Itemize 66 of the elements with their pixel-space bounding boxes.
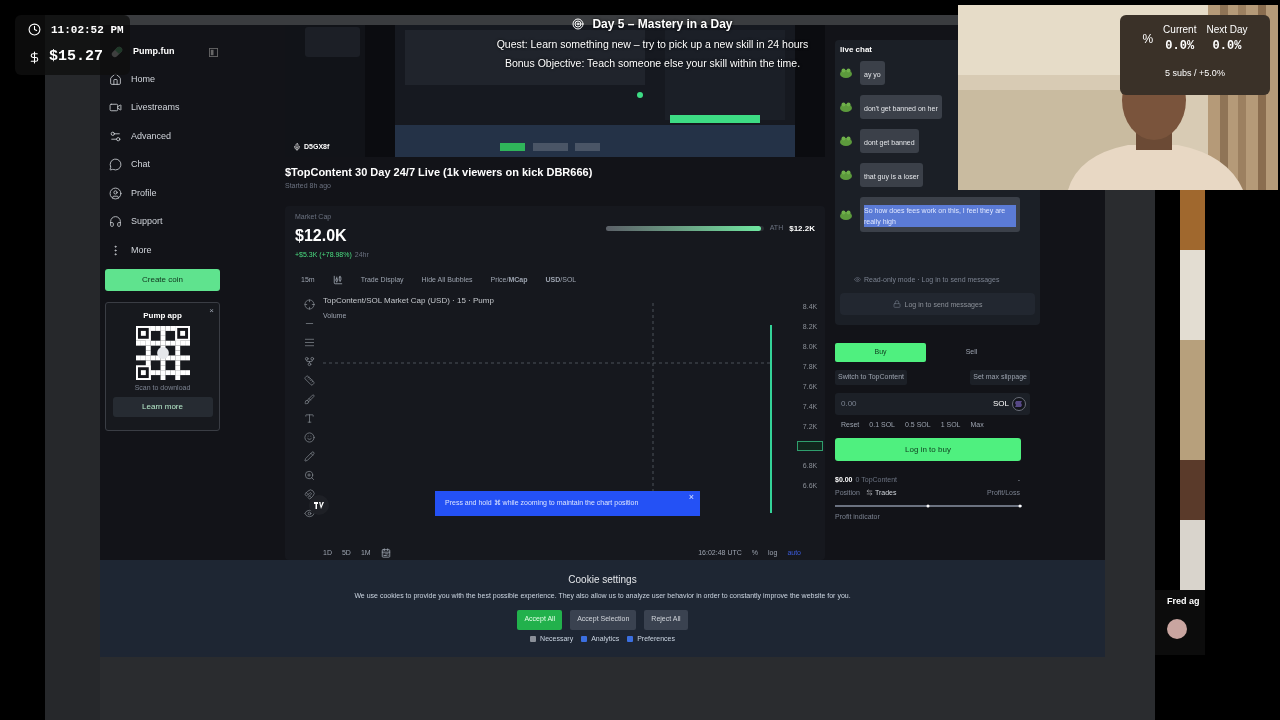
frog-avatar-icon [840, 136, 852, 146]
learn-more-button[interactable]: Learn more [112, 397, 213, 417]
login-to-buy-button[interactable]: Log in to buy [835, 438, 1021, 461]
amount-field-background[interactable]: 0.00 SOL [835, 392, 1030, 415]
solana-coin-icon [1012, 396, 1026, 411]
video-author-name: Fred ag [1167, 595, 1201, 608]
toast-close-button[interactable]: × [688, 491, 694, 505]
balance-value: $15.27 [49, 47, 103, 67]
qr-code-icon [135, 325, 190, 380]
calendar-icon[interactable] [380, 547, 391, 558]
market-cap-value: $12.0K [295, 226, 348, 246]
dollar-icon [28, 50, 41, 64]
sidebar-item[interactable]: Home [105, 65, 285, 94]
stream-title: $TopContent 30 Day 24/7 Live (1k viewers on kick DBR666) [285, 167, 594, 178]
frog-avatar-icon [840, 209, 852, 220]
clock-time: 11:02:52 PM [51, 22, 124, 38]
tradingview-logo-icon [314, 501, 324, 509]
lock-icon [892, 300, 901, 308]
sidebar-item[interactable]: Profile [105, 179, 285, 208]
brush-icon[interactable] [303, 394, 315, 405]
close-button[interactable]: × [209, 306, 214, 315]
text-tool-icon[interactable] [303, 413, 315, 424]
eye-icon[interactable] [303, 508, 315, 519]
checkbox[interactable] [581, 635, 588, 642]
avatar-icon [1167, 618, 1187, 639]
eye-icon [854, 276, 861, 283]
pattern-tool-icon[interactable] [303, 356, 315, 367]
target-icon [572, 18, 585, 30]
currency-label: SOL [993, 397, 1009, 410]
frog-avatar-icon [840, 68, 852, 78]
ath-value: $12.2K [789, 222, 815, 235]
frog-avatar-icon [840, 170, 852, 180]
sidebar-item[interactable]: Advanced [105, 122, 285, 151]
sidebar-item[interactable]: Livestreams [105, 93, 285, 122]
price-tag [797, 441, 823, 451]
clock-icon [28, 23, 41, 37]
cookie-title: Cookie settings [568, 573, 637, 587]
collapse-icon[interactable] [208, 47, 218, 57]
brand-name: Pump.fun [133, 45, 175, 59]
sidebar-item[interactable]: Chat [105, 150, 285, 179]
card-title: Pump app [143, 309, 182, 322]
candlestick-icon[interactable] [332, 274, 343, 285]
sidebar-item[interactable]: More [105, 236, 285, 265]
create-coin-button[interactable]: Create coin [105, 268, 220, 291]
quest-text: Quest: Learn something new – try to pick up a new skill in 24 hours [496, 37, 809, 52]
chat-icon [109, 158, 122, 172]
chart-header: TopContent/SOL Market Cap (USD) · 15 · Pump [323, 295, 494, 307]
chat-title: live chat [840, 44, 873, 55]
pencil-icon[interactable] [303, 451, 315, 462]
zoom-icon[interactable] [303, 470, 315, 481]
sliders-icon [109, 129, 122, 143]
home-icon [109, 72, 122, 86]
swap-icon [865, 489, 873, 497]
checkbox[interactable] [530, 635, 537, 642]
user-icon [109, 186, 122, 200]
bonus-text: Bonus Objective: Teach someone else your skill within the time. [504, 55, 801, 71]
frog-avatar-icon [840, 102, 852, 112]
range-tool-icon[interactable] [303, 375, 315, 386]
quest-title: Day 5 – Mastery in a Day [592, 16, 733, 33]
lines-tool-icon[interactable] [303, 337, 315, 348]
checkbox[interactable] [627, 635, 634, 642]
amount-field[interactable]: 0.00 [841, 397, 961, 410]
sidebar-item[interactable]: Support [105, 207, 285, 236]
headset-icon [109, 215, 122, 229]
crosshair-icon[interactable] [303, 299, 315, 310]
emoji-icon[interactable] [303, 432, 315, 443]
